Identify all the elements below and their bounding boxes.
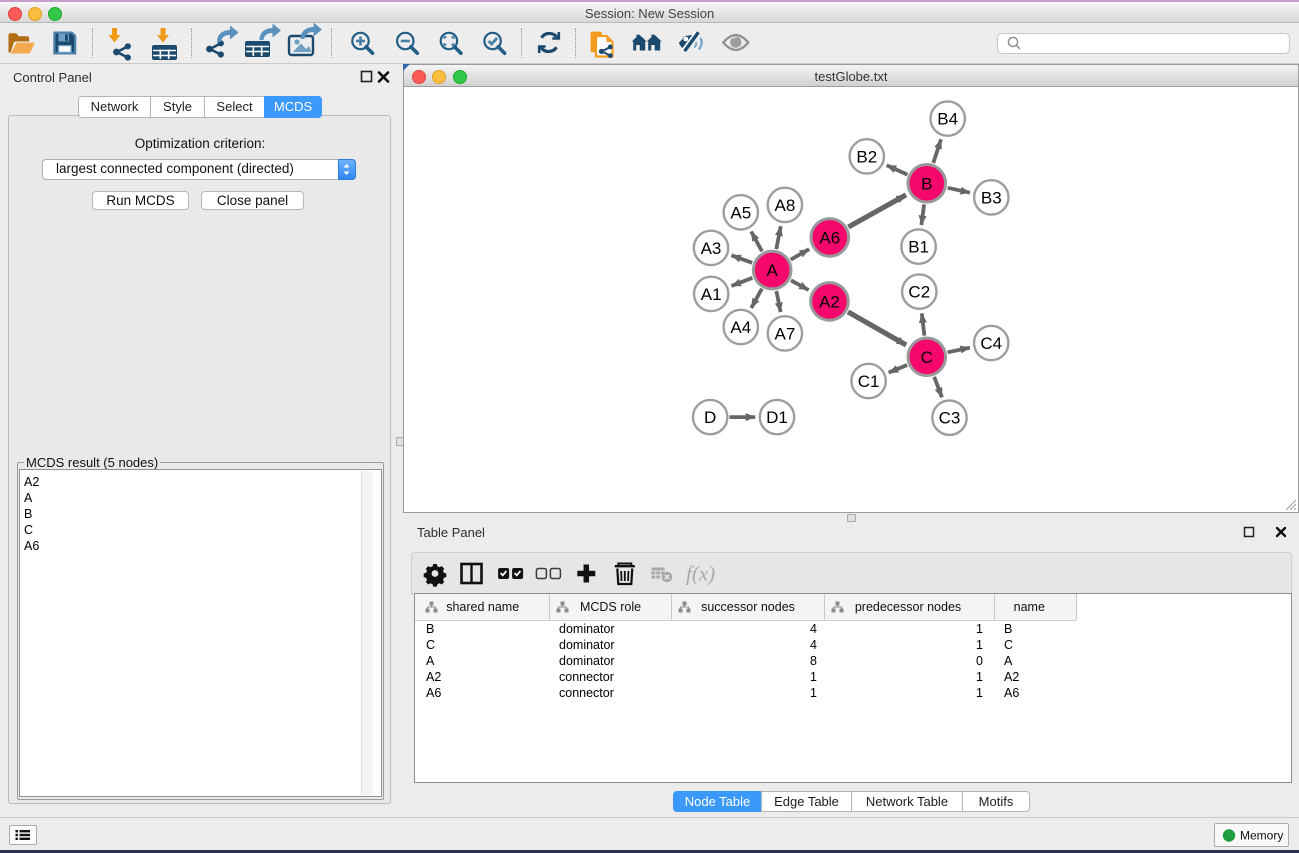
svg-text:A1: A1 — [701, 285, 722, 304]
svg-text:C3: C3 — [939, 409, 961, 428]
svg-text:A3: A3 — [701, 239, 722, 258]
svg-text:f(x): f(x) — [686, 562, 715, 586]
svg-text:A5: A5 — [730, 203, 751, 222]
svg-text:B3: B3 — [981, 188, 1002, 207]
svg-text:A4: A4 — [730, 318, 751, 337]
svg-text:C2: C2 — [908, 283, 930, 302]
svg-text:B1: B1 — [908, 238, 929, 257]
svg-text:B2: B2 — [856, 147, 877, 166]
svg-text:D: D — [704, 408, 716, 427]
svg-text:D1: D1 — [766, 408, 788, 427]
svg-text:A7: A7 — [775, 324, 796, 343]
svg-text:C: C — [921, 348, 933, 367]
svg-text:A6: A6 — [819, 228, 840, 247]
svg-text:B4: B4 — [937, 110, 958, 129]
svg-text:A2: A2 — [819, 292, 840, 311]
svg-text:C4: C4 — [980, 334, 1002, 353]
svg-text:A: A — [767, 261, 779, 280]
svg-text:B: B — [921, 174, 932, 193]
svg-text:A8: A8 — [775, 196, 796, 215]
svg-text:C1: C1 — [858, 372, 880, 391]
svg-text:Memory: Memory — [1240, 829, 1283, 843]
